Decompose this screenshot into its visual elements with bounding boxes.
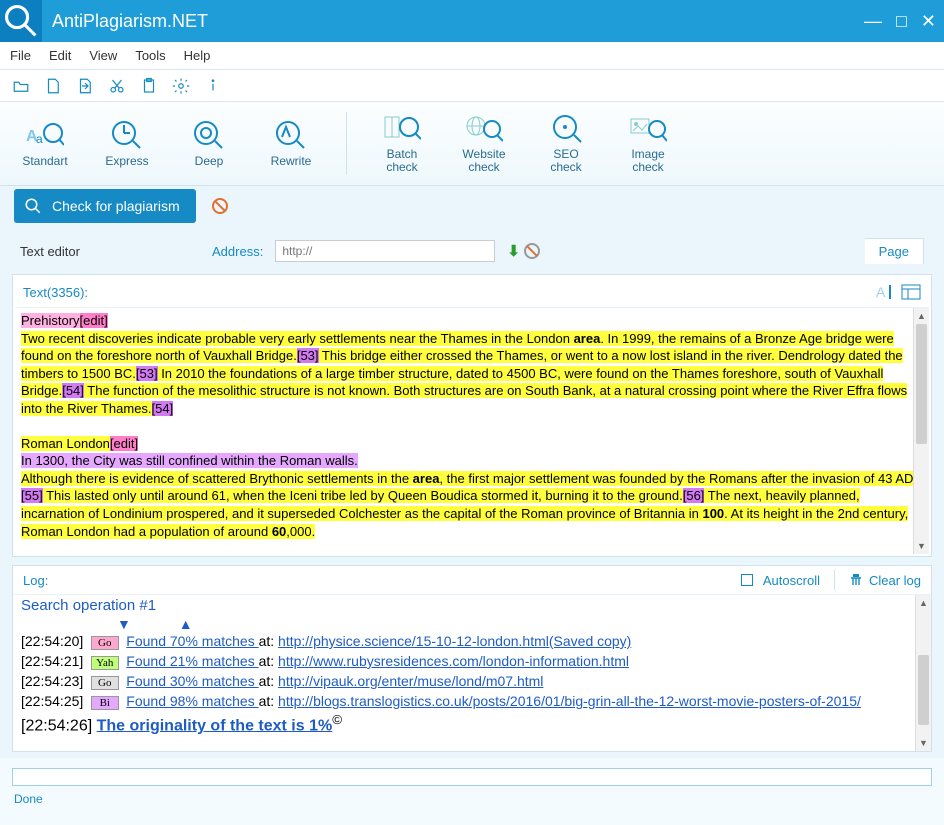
editor-scrollbar[interactable]: ▲▼ (913, 308, 929, 554)
log-op-title: Search operation #1 (21, 597, 923, 616)
address-label: Address: (212, 244, 263, 259)
cut-icon[interactable] (108, 77, 126, 95)
main-panel: Text editor Address: ⬇ Page Text(3356): … (0, 226, 944, 758)
paste-icon[interactable] (140, 77, 158, 95)
batch-check[interactable]: Batch check (361, 108, 443, 179)
log-label: Log: (23, 573, 48, 588)
titlebar: AntiPlagiarism.NET — □ ✕ (0, 0, 944, 42)
image-check[interactable]: Image check (607, 108, 689, 179)
log-body[interactable]: Search operation #1 ▼ ▲ [22:54:20] Go Fo… (13, 595, 931, 751)
export-icon[interactable] (76, 77, 94, 95)
clear-log-button[interactable]: Clear log (849, 573, 921, 588)
ribbon: Aa Standart Express Deep Rewrite Batch c… (0, 102, 944, 186)
menu-tools[interactable]: Tools (135, 48, 165, 63)
log-line: [22:54:23] Go Found 30% matches at: http… (21, 672, 923, 692)
mode-deep[interactable]: Deep (168, 108, 250, 179)
app-title: AntiPlagiarism.NET (52, 11, 864, 32)
editor-textarea[interactable]: Prehistory[edit] Two recent discoveries … (15, 308, 929, 554)
svg-text:a: a (36, 132, 43, 146)
log-line: [22:54:20] Go Found 70% matches at: http… (21, 632, 923, 652)
log-scrollbar[interactable]: ▲▼ (915, 595, 931, 751)
website-check[interactable]: Website check (443, 108, 525, 179)
log-url-link[interactable]: http://www.rubysresidences.com/london-in… (278, 653, 629, 669)
layout-icon[interactable] (901, 283, 921, 301)
log-line: [22:54:25] Bi Found 98% matches at: http… (21, 692, 923, 712)
status-text: Done (12, 786, 932, 812)
log-url-link[interactable]: http://vipauk.org/enter/muse/lond/m07.ht… (278, 673, 543, 689)
log-final-line: [22:54:26] The originality of the text i… (21, 712, 923, 735)
menu-edit[interactable]: Edit (49, 48, 71, 63)
mode-express[interactable]: Express (86, 108, 168, 179)
menu-file[interactable]: File (10, 48, 31, 63)
action-bar: Check for plagiarism (0, 186, 944, 226)
open-folder-icon[interactable] (12, 77, 30, 95)
menubar: File Edit View Tools Help (0, 42, 944, 70)
seo-check[interactable]: SEO check (525, 108, 607, 179)
app-logo (0, 0, 42, 42)
log-url-link[interactable]: http://physice.science/15-10-12-london.h… (278, 633, 631, 649)
check-plagiarism-button[interactable]: Check for plagiarism (14, 189, 196, 223)
info-icon[interactable] (204, 77, 222, 95)
mode-standart[interactable]: Aa Standart (4, 108, 86, 179)
editor-panel: Text(3356): A Prehistory[edit] Two recen… (12, 274, 932, 557)
text-cursor-icon[interactable]: A (875, 283, 895, 301)
download-icon[interactable]: ⬇ (507, 242, 520, 260)
menu-view[interactable]: View (89, 48, 117, 63)
close-button[interactable]: ✕ (921, 11, 936, 32)
sort-indicators[interactable]: ▼ ▲ (21, 616, 923, 632)
stop-icon-2[interactable] (524, 243, 540, 259)
text-editor-label: Text editor (20, 244, 200, 259)
stop-icon[interactable] (212, 198, 228, 214)
address-input[interactable] (275, 240, 495, 262)
menu-help[interactable]: Help (184, 48, 211, 63)
maximize-button[interactable]: □ (896, 11, 907, 32)
quick-toolbar (0, 70, 944, 102)
status-bar: Done (0, 758, 944, 816)
log-line: [22:54:21] Yah Found 21% matches at: htt… (21, 652, 923, 672)
new-doc-icon[interactable] (44, 77, 62, 95)
text-count-label: Text(3356): (23, 285, 88, 300)
progress-bar (12, 768, 932, 786)
settings-icon[interactable] (172, 77, 190, 95)
log-panel: Log: Autoscroll Clear log Search operati… (12, 565, 932, 752)
minimize-button[interactable]: — (864, 11, 882, 32)
page-tab[interactable]: Page (865, 238, 924, 264)
mode-rewrite[interactable]: Rewrite (250, 108, 332, 179)
svg-text:A: A (876, 284, 886, 300)
autoscroll-toggle[interactable]: Autoscroll (741, 573, 820, 588)
log-url-link[interactable]: http://blogs.translogistics.co.uk/posts/… (278, 693, 861, 709)
